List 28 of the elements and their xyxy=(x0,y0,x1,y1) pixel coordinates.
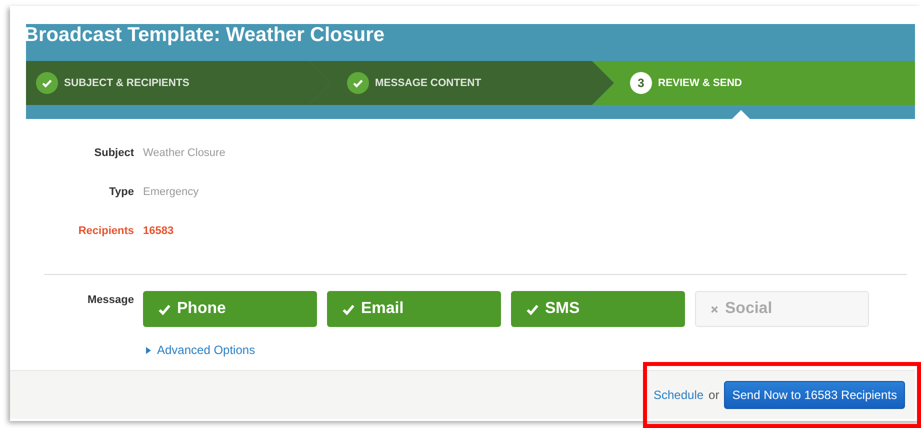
channel-toggle[interactable]: Social xyxy=(695,291,869,327)
field-value: Emergency xyxy=(143,186,199,198)
check-icon xyxy=(158,302,171,316)
check-icon xyxy=(347,72,369,94)
channel-toggle[interactable]: Email xyxy=(327,291,501,327)
wizard-step[interactable]: 3 REVIEW & SEND xyxy=(592,61,915,105)
pointer-icon xyxy=(732,110,750,119)
check-icon xyxy=(342,302,355,316)
check-icon xyxy=(36,72,58,94)
check-icon xyxy=(526,302,539,316)
channel-toggle[interactable]: SMS xyxy=(511,291,685,327)
field-value: Weather Closure xyxy=(143,146,226,158)
field-label: Subject xyxy=(93,146,135,158)
cross-icon xyxy=(710,304,719,314)
field-value: 16583 xyxy=(143,224,174,236)
step-number: 3 xyxy=(630,72,652,94)
channel-toggle[interactable]: Phone xyxy=(143,291,317,327)
advanced-options-link[interactable]: Advanced Options xyxy=(146,343,869,357)
schedule-link[interactable]: Schedule xyxy=(654,388,704,402)
or-text: or xyxy=(708,388,720,402)
field-label: Type xyxy=(108,186,135,198)
wizard-step[interactable]: SUBJECT & RECIPIENTS xyxy=(26,61,331,105)
field-label: Message xyxy=(86,293,135,306)
field-label: Recipients xyxy=(77,224,135,236)
wizard-step[interactable]: MESSAGE CONTENT xyxy=(309,61,614,105)
caret-icon xyxy=(146,346,151,354)
page-title: Broadcast Template: Weather Closure xyxy=(24,24,386,48)
send-now-button[interactable]: Send Now to 16583 Recipients xyxy=(724,381,905,409)
